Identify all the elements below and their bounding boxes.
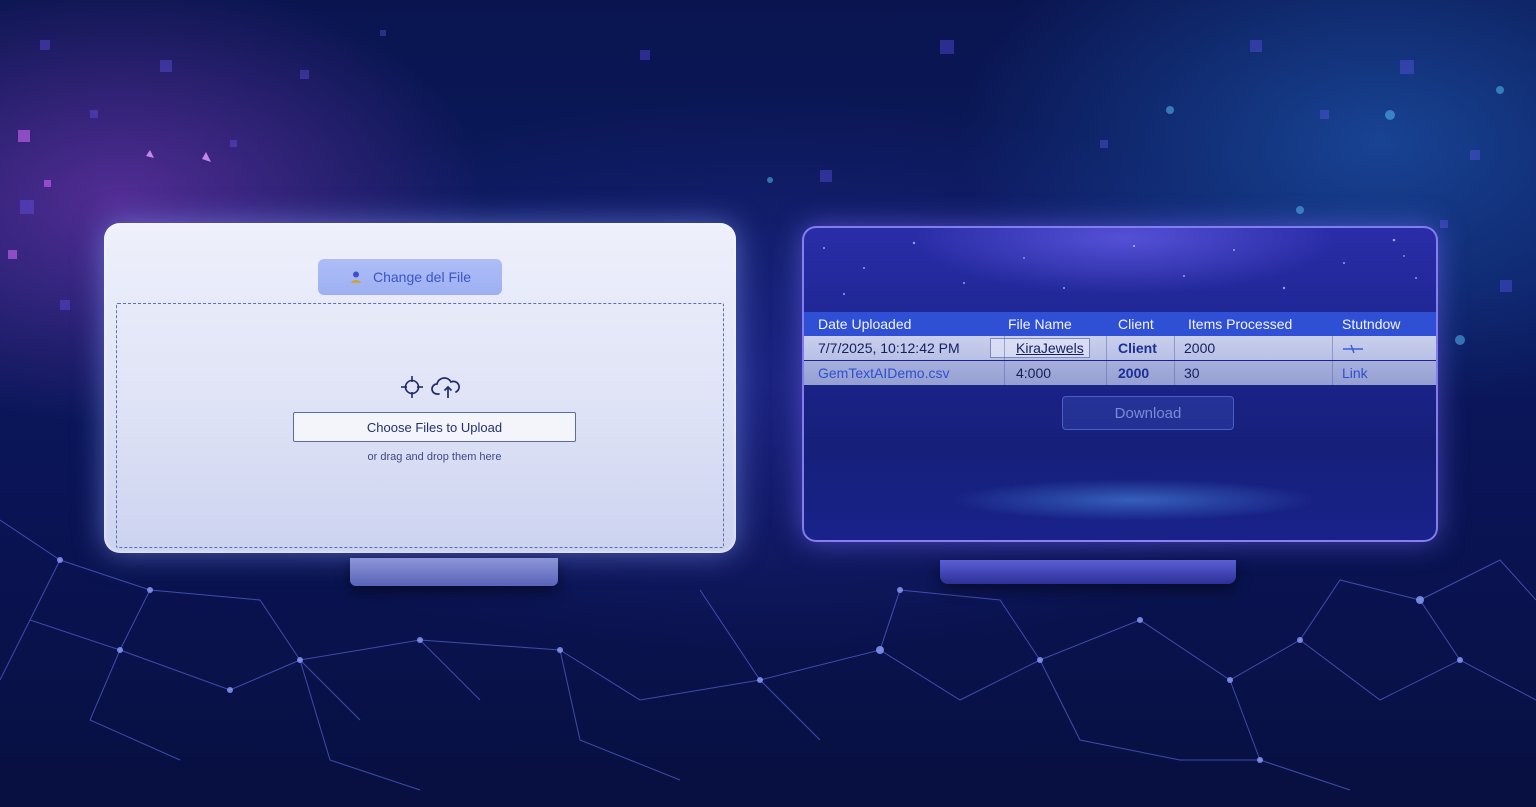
crosshair-icon (401, 376, 423, 398)
drag-drop-hint: or drag and drop them here (367, 451, 502, 463)
left-monitor-stand (350, 558, 558, 586)
column-header-file-name[interactable]: File Name (1008, 316, 1072, 332)
table-header: Date Uploaded File Name Client Items Pro… (804, 312, 1436, 336)
upload-history-panel: Date Uploaded File Name Client Items Pro… (802, 226, 1438, 542)
change-file-label: Change del File (372, 269, 472, 285)
cell-file-name: 4:000 (1016, 365, 1052, 381)
column-divider (1106, 336, 1107, 360)
cell-items-processed: 2000 (1184, 340, 1216, 356)
column-divider (1004, 361, 1005, 385)
download-button[interactable]: Download (1062, 396, 1234, 430)
table-row[interactable]: 7/7/2025, 10:12:42 PM KiraJewels Client … (804, 336, 1436, 360)
dropzone-icons (400, 374, 462, 400)
status-link[interactable]: Link (1342, 365, 1368, 381)
column-divider (1106, 361, 1107, 385)
cell-client: 2000 (1118, 365, 1150, 381)
panel-sparkle-decoration (823, 238, 1417, 295)
column-header-client[interactable]: Client (1118, 316, 1154, 332)
cell-date-uploaded: GemTextAIDemo.csv (818, 365, 950, 381)
column-divider (1004, 336, 1005, 360)
user-icon (349, 270, 363, 284)
column-divider (1174, 336, 1175, 360)
cell-client: Client (1118, 340, 1157, 356)
column-header-items-processed[interactable]: Items Processed (1188, 316, 1292, 332)
column-divider (1332, 336, 1333, 360)
change-file-button[interactable]: Change del File (318, 259, 502, 295)
right-monitor-stand (940, 560, 1236, 584)
status-indicator-icon (1342, 342, 1364, 358)
upload-panel: Change del File Choose Files to Upload o… (104, 223, 736, 553)
cloud-upload-icon (431, 377, 460, 398)
cell-file-name[interactable]: KiraJewels (1016, 340, 1084, 356)
table-row[interactable]: GemTextAIDemo.csv 4:000 2000 30 Link (804, 361, 1436, 385)
cell-items-processed: 30 (1184, 365, 1200, 381)
column-header-date[interactable]: Date Uploaded (818, 316, 911, 332)
column-divider (1332, 361, 1333, 385)
cell-date-uploaded: 7/7/2025, 10:12:42 PM (818, 340, 960, 356)
column-header-status[interactable]: Stutndow (1342, 316, 1400, 332)
choose-files-button[interactable]: Choose Files to Upload (293, 412, 576, 442)
column-divider (1174, 361, 1175, 385)
